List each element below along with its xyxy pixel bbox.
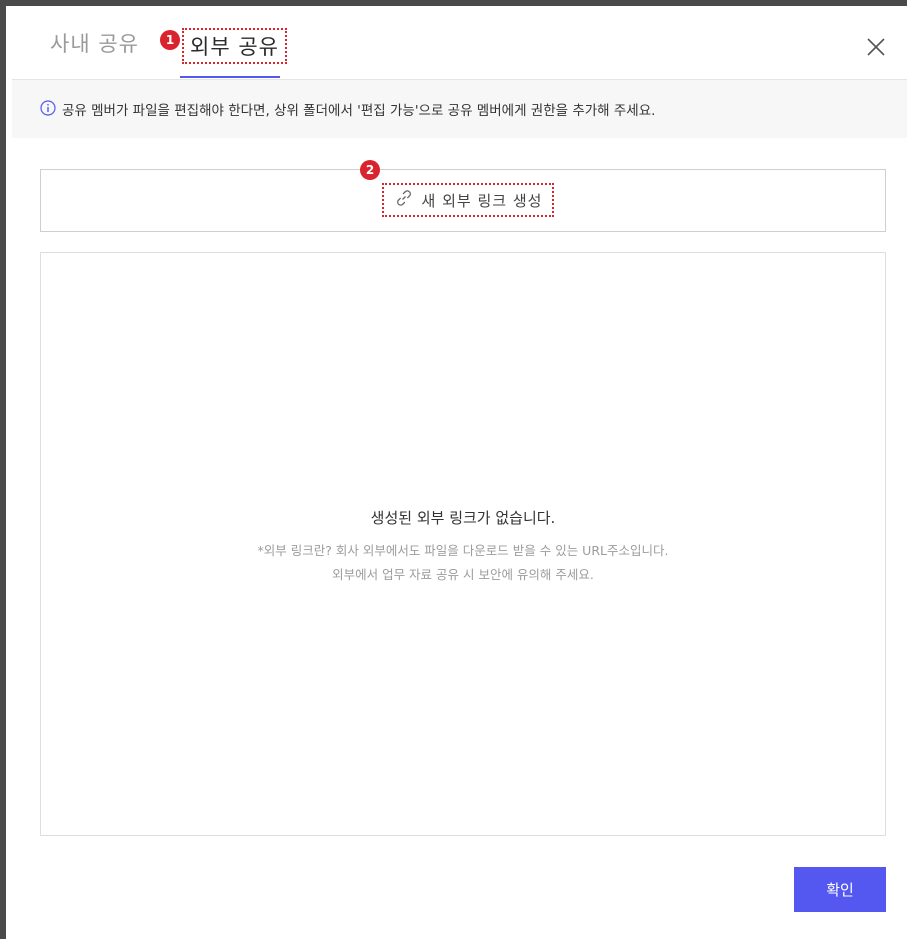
tab-external-share[interactable]: 외부 공유	[182, 28, 287, 64]
tab-internal-share[interactable]: 사내 공유	[50, 28, 139, 58]
annotation-badge-1: 1	[160, 30, 180, 50]
close-icon[interactable]	[863, 34, 889, 60]
empty-state-line-2: 외부에서 업무 자료 공유 시 보안에 유의해 주세요.	[332, 567, 594, 582]
external-link-list: 생성된 외부 링크가 없습니다. *외부 링크란? 회사 외부에서도 파일을 다…	[40, 252, 886, 836]
annotation-badge-2: 2	[360, 160, 380, 180]
info-icon	[40, 100, 56, 116]
active-tab-indicator	[180, 76, 280, 78]
empty-state-line-1: *외부 링크란? 회사 외부에서도 파일을 다운로드 받을 수 있는 URL주소…	[257, 543, 669, 558]
info-banner: 공유 멤버가 파일을 편집해야 한다면, 상위 폴더에서 '편집 가능'으로 공…	[12, 80, 907, 138]
create-external-link-button[interactable]: 새 외부 링크 생성	[382, 183, 554, 217]
info-text: 공유 멤버가 파일을 편집해야 한다면, 상위 폴더에서 '편집 가능'으로 공…	[62, 103, 656, 119]
create-external-link-label: 새 외부 링크 생성	[421, 191, 543, 210]
confirm-button[interactable]: 확인	[794, 867, 886, 912]
tab-bar: 사내 공유 1 외부 공유	[12, 12, 907, 80]
empty-state-description: *외부 링크란? 회사 외부에서도 파일을 다운로드 받을 수 있는 URL주소…	[41, 539, 885, 587]
empty-state-title: 생성된 외부 링크가 없습니다.	[370, 509, 556, 527]
link-icon	[394, 188, 414, 212]
